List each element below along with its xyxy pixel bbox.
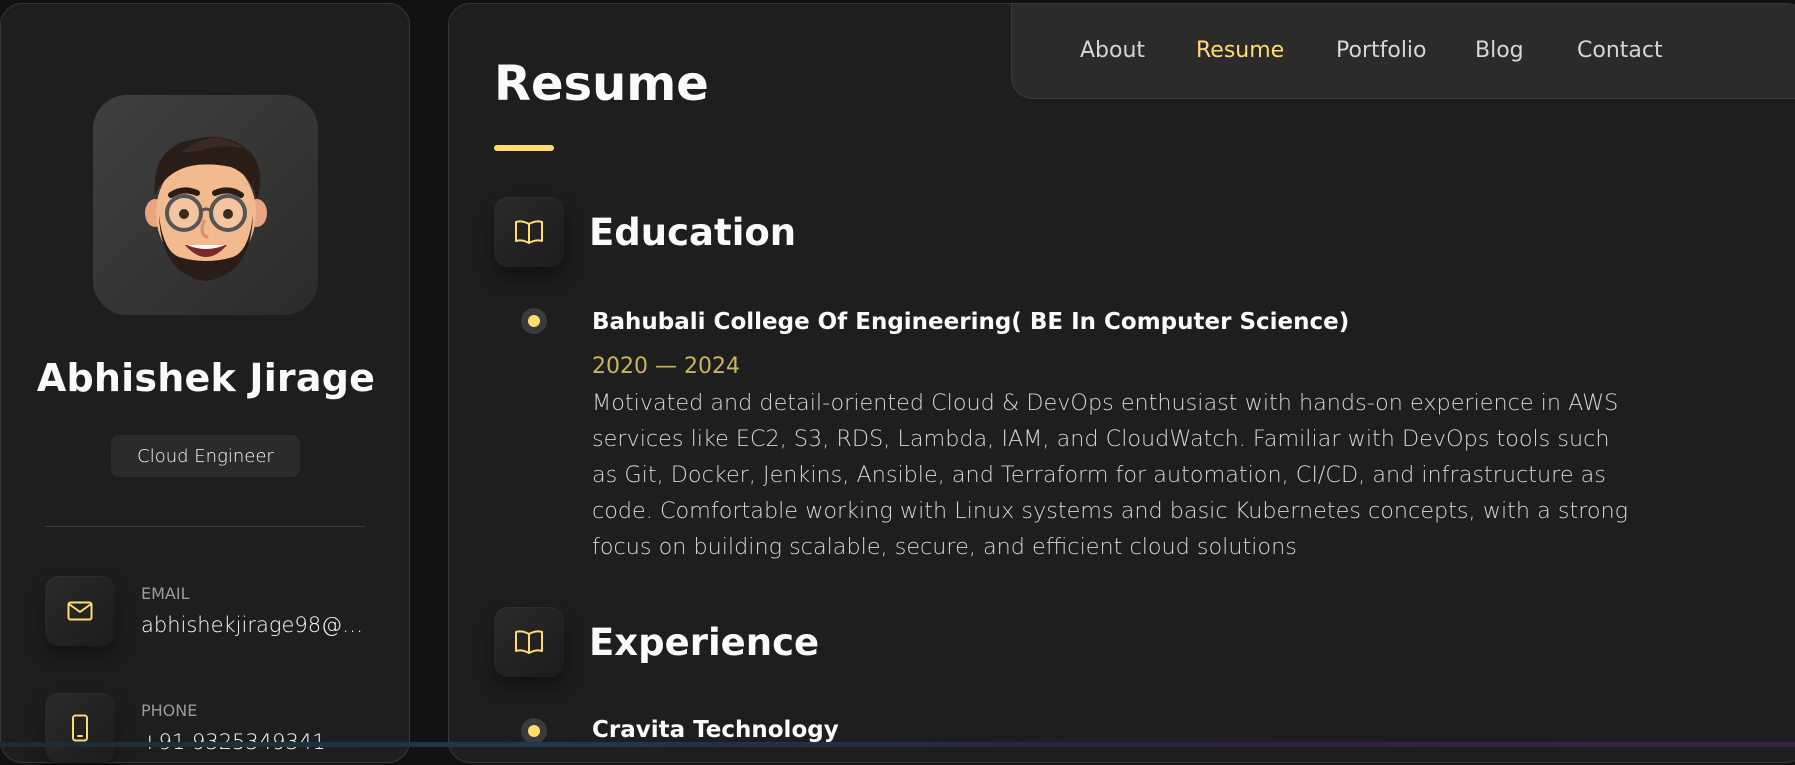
- avatar: [93, 95, 318, 315]
- nav-link-resume[interactable]: Resume: [1196, 38, 1284, 63]
- nav-link-blog[interactable]: Blog: [1475, 38, 1524, 63]
- book-icon: [515, 220, 543, 244]
- education-item-description: Motivated and detail-oriented Cloud & De…: [592, 390, 1629, 560]
- navbar: About Resume Portfolio Blog Contact: [1011, 4, 1795, 99]
- experience-section-title: Experience: [589, 621, 820, 664]
- sidebar-separator: [45, 526, 365, 527]
- education-timeline-dot: [521, 308, 547, 334]
- contact-phone-label: Phone: [141, 701, 198, 720]
- contact-email-label: Email: [141, 584, 190, 603]
- phone-icon: [72, 714, 88, 742]
- contact-email-icon-box: [45, 576, 115, 646]
- taskbar-edge: [0, 742, 1795, 747]
- profile-title-badge: Cloud Engineer: [111, 435, 300, 477]
- education-section-title: Education: [589, 211, 797, 254]
- experience-timeline-dot: [521, 718, 547, 744]
- contact-phone-icon-box: [45, 693, 115, 763]
- education-item-date: 2020 — 2024: [592, 354, 740, 379]
- page-title: Resume: [494, 56, 709, 112]
- experience-item-title: Cravita Technology: [592, 717, 839, 743]
- sidebar: Abhishek Jirage Cloud Engineer Email abh…: [0, 3, 410, 763]
- nav-link-contact[interactable]: Contact: [1577, 38, 1663, 63]
- profile-name: Abhishek Jirage: [36, 356, 376, 400]
- memoji-avatar-icon: [144, 137, 267, 281]
- contact-email-link[interactable]: abhishekjirage98@gmail.com: [141, 613, 373, 637]
- timeline-dot-inner: [528, 725, 540, 737]
- contact-email: Email abhishekjirage98@gmail.com: [45, 576, 385, 648]
- page-title-underline: [494, 145, 554, 151]
- main-panel: About Resume Portfolio Blog Contact Resu…: [448, 3, 1795, 763]
- nav-link-about[interactable]: About: [1080, 38, 1145, 63]
- nav-link-portfolio[interactable]: Portfolio: [1336, 38, 1427, 63]
- contact-phone: Phone +91 9325349341: [45, 693, 385, 765]
- book-icon: [515, 630, 543, 654]
- experience-icon-box: [494, 607, 564, 677]
- education-item-title: Bahubali College Of Engineering( BE In C…: [592, 309, 1350, 335]
- mail-icon: [67, 601, 93, 621]
- education-icon-box: [494, 197, 564, 267]
- timeline-dot-inner: [528, 315, 540, 327]
